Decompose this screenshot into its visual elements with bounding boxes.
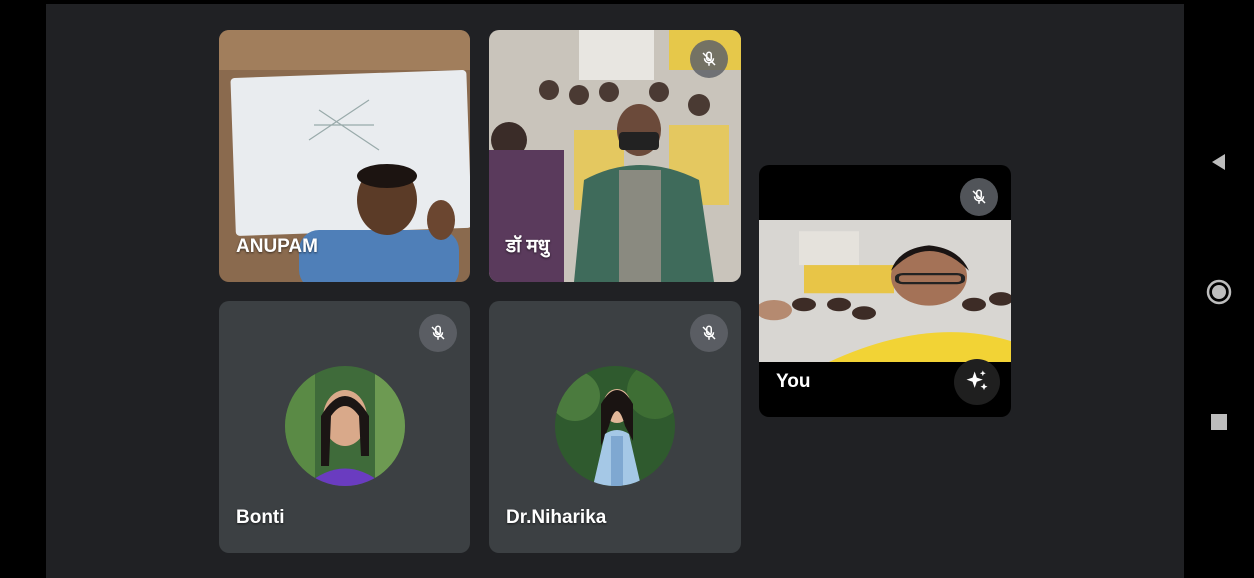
- nav-back-button[interactable]: [1184, 142, 1254, 182]
- mic-off-icon: [702, 325, 716, 340]
- self-video-feed: [759, 220, 1011, 362]
- circle-home-icon: [1206, 279, 1232, 305]
- sparkle-icon: [966, 370, 988, 391]
- meeting-stage: ANUPAM डॉ मधु Bonti Dr.Niharika You: [46, 4, 1184, 578]
- participant-name: ANUPAM: [236, 236, 318, 257]
- triangle-back-icon: [1212, 154, 1225, 170]
- participant-tile-anupam[interactable]: ANUPAM: [219, 30, 470, 282]
- participant-name: You: [776, 371, 811, 392]
- mic-off-badge: [690, 40, 728, 78]
- participant-tile-madhu[interactable]: डॉ मधु: [489, 30, 741, 282]
- participant-name: Dr.Niharika: [506, 507, 607, 528]
- avatar: [555, 366, 675, 486]
- mic-off-icon: [972, 189, 986, 204]
- mic-off-icon: [431, 325, 445, 340]
- participant-name: Bonti: [236, 507, 285, 528]
- system-navigation-bar: [1184, 0, 1254, 578]
- participant-tile-niharika[interactable]: Dr.Niharika: [489, 301, 741, 553]
- square-recents-icon: [1211, 414, 1227, 430]
- participant-name: डॉ मधु: [506, 236, 550, 257]
- mic-off-badge: [419, 314, 457, 352]
- effects-button[interactable]: [954, 359, 1000, 405]
- avatar: [285, 366, 405, 486]
- participant-tile-bonti[interactable]: Bonti: [219, 301, 470, 553]
- self-view-tile[interactable]: You: [759, 165, 1011, 417]
- mic-off-badge: [690, 314, 728, 352]
- mic-off-badge: [960, 178, 998, 216]
- nav-home-button[interactable]: [1184, 272, 1254, 312]
- nav-recents-button[interactable]: [1184, 402, 1254, 442]
- mic-off-icon: [702, 51, 716, 66]
